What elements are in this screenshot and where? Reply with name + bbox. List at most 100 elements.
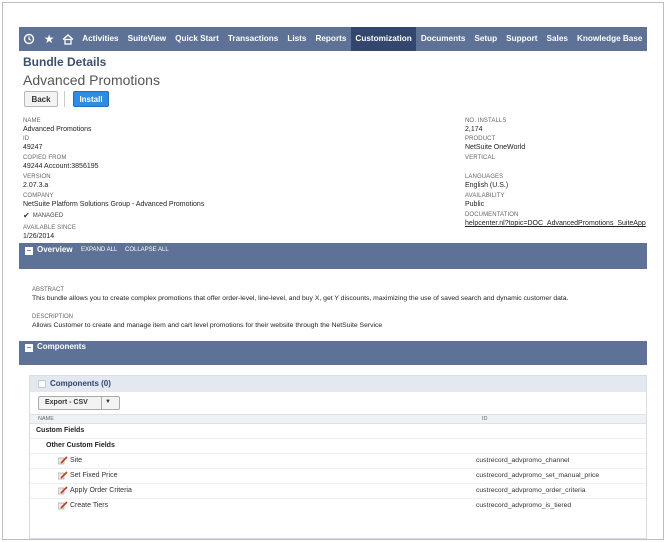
- table-row[interactable]: Apply Order Criteria custrecord_advpromo…: [30, 483, 646, 498]
- page-title: Bundle Details: [23, 55, 107, 69]
- field-availability: AVAILABILITY Public: [465, 192, 505, 209]
- field-value: 1/26/2014: [23, 233, 55, 240]
- field-icon: [58, 486, 68, 495]
- components-header: Components (0): [30, 376, 646, 392]
- field-label: DOCUMENTATION: [465, 212, 519, 218]
- toggle-box-icon[interactable]: [38, 380, 46, 388]
- nav-knowledge-base[interactable]: Knowledge Base: [572, 27, 647, 51]
- component-name: Set Fixed Price: [70, 472, 118, 479]
- field-icon: [58, 456, 68, 465]
- collapse-all-link[interactable]: COLLAPSE ALL: [125, 247, 169, 253]
- table-row[interactable]: Set Fixed Price custrecord_advpromo_set_…: [30, 468, 646, 483]
- managed-checkbox: ✔ MANAGED: [23, 211, 63, 220]
- field-value: 49247: [23, 144, 43, 151]
- field-company: COMPANY NetSuite Platform Solutions Grou…: [23, 192, 204, 209]
- nav-activities[interactable]: Activities: [78, 27, 123, 51]
- nav-quick-start[interactable]: Quick Start: [171, 27, 224, 51]
- component-name: Site: [70, 457, 83, 464]
- export-divider: [101, 397, 102, 409]
- abstract-text: This bundle allows you to create complex…: [32, 295, 569, 302]
- home-icon[interactable]: [59, 27, 78, 51]
- column-header-id[interactable]: ID: [482, 416, 488, 422]
- field-value: English (U.S.): [465, 182, 509, 189]
- field-value: 2,174: [465, 126, 483, 133]
- group-custom-fields: Custom Fields: [36, 427, 85, 434]
- documentation-link[interactable]: helpcenter.nl?topic=DOC_AdvancedPromotio…: [465, 219, 646, 228]
- components-section-bar: – Components: [19, 341, 647, 365]
- field-product: PRODUCT NetSuite OneWorld: [465, 135, 525, 152]
- field-label: COMPANY: [23, 193, 54, 199]
- overview-section-bar: – Overview EXPAND ALL COLLAPSE ALL: [19, 243, 647, 269]
- field-languages: LANGUAGES English (U.S.): [465, 173, 508, 190]
- field-value: 49244 Account:3856195: [23, 163, 99, 170]
- record-title: Advanced Promotions: [23, 72, 160, 88]
- install-button[interactable]: Install: [73, 91, 109, 107]
- nav-transactions[interactable]: Transactions: [223, 27, 283, 51]
- field-value: NetSuite OneWorld: [465, 144, 526, 151]
- field-label: LANGUAGES: [465, 174, 504, 180]
- components-sublist: Components (0) Export - CSV ▼ NAME ID Cu…: [29, 375, 647, 539]
- table-row[interactable]: Create Tiers custrecord_advpromo_is_tier…: [30, 498, 646, 513]
- component-id: custrecord_advpromo_is_tiered: [476, 502, 572, 509]
- field-value: Public: [465, 201, 485, 208]
- field-value: Advanced Promotions: [23, 126, 92, 133]
- field-icon: [58, 501, 68, 510]
- field-label: NAME: [23, 118, 41, 124]
- field-label: PRODUCT: [465, 136, 496, 142]
- export-label: Export - CSV: [45, 399, 88, 406]
- main-nav: ★ Activities SuiteView Quick Start Trans…: [19, 27, 647, 51]
- table-header: NAME ID: [30, 414, 646, 424]
- nav-lists[interactable]: Lists: [283, 27, 311, 51]
- field-no-installs: NO. INSTALLS 2,174: [465, 117, 506, 134]
- nav-support[interactable]: Support: [502, 27, 542, 51]
- nav-reports[interactable]: Reports: [311, 27, 351, 51]
- component-id: custrecord_advpromo_set_manual_price: [476, 472, 600, 479]
- expand-all-link[interactable]: EXPAND ALL: [81, 247, 117, 253]
- field-label: VERTICAL: [465, 155, 496, 161]
- table-row[interactable]: Site custrecord_advpromo_channel: [30, 453, 646, 468]
- component-id: custrecord_advpromo_channel: [476, 457, 570, 464]
- collapse-icon[interactable]: –: [25, 247, 33, 255]
- back-button[interactable]: Back: [24, 91, 58, 107]
- nav-documents[interactable]: Documents: [416, 27, 470, 51]
- nav-suiteview[interactable]: SuiteView: [123, 27, 171, 51]
- star-icon[interactable]: ★: [40, 27, 59, 51]
- overview-title: Overview: [37, 245, 73, 254]
- group-row: Other Custom Fields: [30, 438, 646, 453]
- field-value: 2.07.3.a: [23, 182, 49, 189]
- field-value: NetSuite Platform Solutions Group - Adva…: [23, 201, 205, 208]
- export-csv-button[interactable]: Export - CSV ▼: [38, 396, 120, 410]
- collapse-icon[interactable]: –: [25, 344, 33, 352]
- field-name: NAME Advanced Promotions: [23, 117, 91, 134]
- field-label: ID: [23, 136, 30, 142]
- nav-sales[interactable]: Sales: [542, 27, 572, 51]
- field-documentation: DOCUMENTATION helpcenter.nl?topic=DOC_Ad…: [465, 211, 646, 228]
- field-label: NO. INSTALLS: [465, 118, 507, 124]
- field-vertical: VERTICAL: [465, 154, 495, 162]
- field-label: COPIED FROM: [23, 155, 67, 161]
- managed-label: MANAGED: [32, 212, 64, 219]
- description-text: Allows Customer to create and manage ite…: [32, 322, 383, 329]
- component-name: Apply Order Criteria: [70, 487, 132, 494]
- field-label: AVAILABILITY: [465, 193, 505, 199]
- checkmark-icon: ✔: [23, 211, 30, 220]
- recent-icon[interactable]: [19, 27, 40, 51]
- field-available-since: AVAILABLE SINCE 1/26/2014: [23, 224, 76, 241]
- components-section-title: Components: [37, 342, 86, 351]
- nav-setup[interactable]: Setup: [470, 27, 502, 51]
- column-header-name[interactable]: NAME: [38, 416, 54, 422]
- dropdown-arrow-icon[interactable]: ▼: [105, 399, 111, 405]
- component-name: Create Tiers: [70, 502, 109, 509]
- component-id: custrecord_advpromo_order_criteria: [476, 487, 586, 494]
- group-other-custom-fields: Other Custom Fields: [46, 442, 115, 449]
- field-copied-from: COPIED FROM 49244 Account:3856195: [23, 154, 99, 171]
- button-divider: [64, 91, 65, 107]
- nav-customization[interactable]: Customization: [350, 27, 417, 51]
- field-icon: [58, 471, 68, 480]
- components-count-title: Components (0): [50, 379, 111, 388]
- field-label: AVAILABLE SINCE: [23, 225, 76, 231]
- field-label: VERSION: [23, 174, 51, 180]
- field-version: VERSION 2.07.3.a: [23, 173, 51, 190]
- app-frame: ★ Activities SuiteView Quick Start Trans…: [2, 2, 664, 540]
- field-id: ID 49247: [23, 135, 42, 152]
